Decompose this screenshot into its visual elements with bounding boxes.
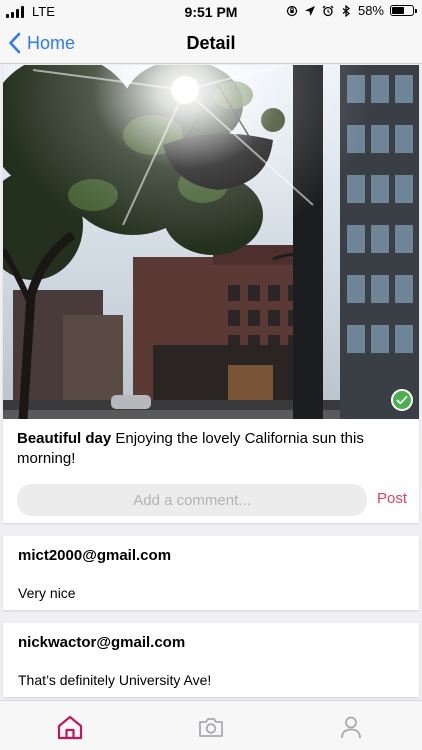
- comment-author: mict2000@gmail.com: [18, 547, 172, 564]
- verified-badge: [391, 389, 413, 411]
- post-caption: Beautiful day Enjoying the lovely Califo…: [17, 429, 407, 469]
- battery-percent: 58%: [357, 3, 384, 18]
- comment-input[interactable]: [17, 484, 367, 516]
- battery-level: [392, 7, 404, 14]
- comment-card: nickwactor@gmail.com That’s definitely U…: [3, 623, 419, 697]
- comment-author: nickwactor@gmail.com: [18, 634, 186, 651]
- person-icon[interactable]: [337, 713, 365, 741]
- battery-icon: [390, 5, 417, 16]
- comment-composer: Post: [17, 484, 407, 516]
- post-photo: [3, 65, 419, 419]
- post-comment-button[interactable]: Post: [377, 490, 407, 507]
- comment-card: mict2000@gmail.com Very nice: [3, 536, 419, 610]
- post-card: Beautiful day Enjoying the lovely Califo…: [3, 65, 419, 523]
- navigation-bar: Home Detail: [0, 24, 422, 64]
- home-icon[interactable]: [56, 713, 84, 741]
- comment-text: Very nice: [18, 585, 76, 601]
- caption-title: Beautiful day: [17, 430, 112, 447]
- status-bar: LTE 9:51 PM 58%: [0, 0, 422, 24]
- street-scene-image: [3, 65, 419, 419]
- page-title: Detail: [186, 33, 236, 53]
- tab-bar: [0, 700, 422, 750]
- bluetooth-icon: [342, 4, 350, 17]
- camera-icon[interactable]: [197, 713, 225, 741]
- comment-text: That’s definitely University Ave!: [18, 672, 212, 688]
- status-right: 58%: [286, 3, 417, 18]
- orientation-lock-icon: [286, 5, 298, 16]
- alarm-icon: [322, 5, 334, 16]
- location-arrow-icon: [304, 5, 315, 16]
- checkmark-icon: [396, 395, 408, 405]
